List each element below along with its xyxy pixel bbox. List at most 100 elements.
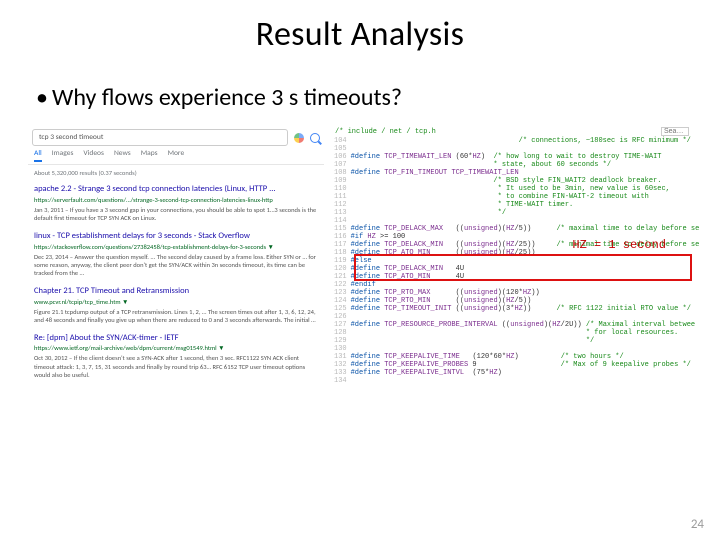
line-content: */ xyxy=(351,209,700,217)
line-content: */ xyxy=(351,337,700,345)
line-number: 113 xyxy=(332,209,351,217)
code-line: 132#define TCP_KEEPALIVE_PROBES 9 /* Max… xyxy=(332,361,699,369)
line-content: /* BSD style FIN_WAIT2 deadlock breaker. xyxy=(351,177,700,185)
google-results: apache 2.2 - Strange 3 second tcp connec… xyxy=(28,181,324,385)
tab-videos[interactable]: Videos xyxy=(83,149,104,162)
line-number: 114 xyxy=(332,217,351,225)
line-content xyxy=(351,345,700,353)
code-line: 121#define TCP_ATO_MIN 4U xyxy=(332,273,699,281)
google-result[interactable]: linux - TCP establishment delays for 3 s… xyxy=(28,228,324,283)
line-number: 130 xyxy=(332,345,351,353)
line-number: 117 xyxy=(332,241,351,249)
line-content: #define TCP_KEEPALIVE_PROBES 9 /* Max of… xyxy=(351,361,700,369)
code-line: 134 xyxy=(332,377,699,385)
line-number: 131 xyxy=(332,353,351,361)
line-number: 133 xyxy=(332,369,351,377)
line-number: 118 xyxy=(332,249,351,257)
result-title[interactable]: linux - TCP establishment delays for 3 s… xyxy=(34,231,318,242)
line-number: 110 xyxy=(332,185,351,193)
code-line: 115#define TCP_DELACK_MAX ((unsigned)(HZ… xyxy=(332,225,699,233)
line-number: 124 xyxy=(332,297,351,305)
code-line: 122#endif xyxy=(332,281,699,289)
line-content: * for local resources. xyxy=(351,329,700,337)
code-search xyxy=(661,127,689,136)
line-number: 115 xyxy=(332,225,351,233)
result-desc: Jan 3, 2011 – If you have a 3 second gap… xyxy=(34,206,318,222)
google-result[interactable]: Re: [dpm] About the SYN/ACK-timer - IETF… xyxy=(28,330,324,385)
code-line: 104 /* connections, ~180sec is RFC minim… xyxy=(332,137,699,145)
code-line: 107 * state, about 60 seconds */ xyxy=(332,161,699,169)
line-content: #define TCP_RTO_MAX ((unsigned)(120*HZ)) xyxy=(351,289,700,297)
tab-more[interactable]: More xyxy=(168,149,185,162)
line-content: #else xyxy=(351,257,700,265)
line-number: 128 xyxy=(332,329,351,337)
google-result[interactable]: apache 2.2 - Strange 3 second tcp connec… xyxy=(28,181,324,228)
line-content: #define TCP_KEEPALIVE_TIME (120*60*HZ) /… xyxy=(351,353,700,361)
result-url: https://serverfault.com/questions/…/stra… xyxy=(34,196,318,204)
line-number: 120 xyxy=(332,265,351,273)
code-line: 114 xyxy=(332,217,699,225)
line-number: 111 xyxy=(332,193,351,201)
result-title[interactable]: Chapter 21. TCP Timeout and Retransmissi… xyxy=(34,286,318,297)
line-content: #define TCP_KEEPALIVE_INTVL (75*HZ) xyxy=(351,369,700,377)
line-number: 107 xyxy=(332,161,351,169)
line-number: 112 xyxy=(332,201,351,209)
code-line: 119#else xyxy=(332,257,699,265)
mic-icon[interactable] xyxy=(294,133,304,143)
google-stats: About 5,320,000 results (0.37 seconds) xyxy=(28,165,324,181)
result-desc: Figure 21.1 tcpdump output of a TCP retr… xyxy=(34,308,318,324)
code-line: 123#define TCP_RTO_MAX ((unsigned)(120*H… xyxy=(332,289,699,297)
line-content: #endif xyxy=(351,281,700,289)
google-panel: tcp 3 second timeout All Images Videos N… xyxy=(28,126,324,385)
search-icon[interactable] xyxy=(310,133,320,143)
code-line: 113 */ xyxy=(332,209,699,217)
code-line: 126 xyxy=(332,313,699,321)
line-content: * It used to be 3min, new value is 60sec… xyxy=(351,185,700,193)
line-content xyxy=(351,145,700,153)
result-title[interactable]: Re: [dpm] About the SYN/ACK-timer - IETF xyxy=(34,333,318,344)
code-line: 112 * TIME-WAIT timer. xyxy=(332,201,699,209)
result-title[interactable]: apache 2.2 - Strange 3 second tcp connec… xyxy=(34,184,318,195)
line-number: 119 xyxy=(332,257,351,265)
line-content: #define TCP_TIMEWAIT_LEN (60*HZ) /* how … xyxy=(351,153,700,161)
tab-maps[interactable]: Maps xyxy=(141,149,158,162)
line-number: 108 xyxy=(332,169,351,177)
code-line: 106#define TCP_TIMEWAIT_LEN (60*HZ) /* h… xyxy=(332,153,699,161)
line-content: #define TCP_TIMEOUT_INIT ((unsigned)(3*H… xyxy=(351,305,700,313)
code-line: 110 * It used to be 3min, new value is 6… xyxy=(332,185,699,193)
code-line: 109 /* BSD style FIN_WAIT2 deadlock brea… xyxy=(332,177,699,185)
code-line: 131#define TCP_KEEPALIVE_TIME (120*60*HZ… xyxy=(332,353,699,361)
tab-all[interactable]: All xyxy=(34,149,42,162)
line-content: * TIME-WAIT timer. xyxy=(351,201,700,209)
hz-annotation: HZ = 1 second xyxy=(572,238,666,252)
line-content: #define TCP_RTO_MIN ((unsigned)(HZ/5)) xyxy=(351,297,700,305)
code-line: 105 xyxy=(332,145,699,153)
result-url: https://www.ietf.org/mail-archive/web/dp… xyxy=(34,344,318,352)
tab-news[interactable]: News xyxy=(114,149,131,162)
code-line: 129 */ xyxy=(332,337,699,345)
bullet-text: Why flows experience 3 s timeouts? xyxy=(52,83,402,112)
slide-title: Result Analysis xyxy=(28,14,692,55)
result-url: https://stackoverflow.com/questions/2738… xyxy=(34,243,318,251)
code-line: 125#define TCP_TIMEOUT_INIT ((unsigned)(… xyxy=(332,305,699,313)
line-content: * state, about 60 seconds */ xyxy=(351,161,700,169)
google-query[interactable]: tcp 3 second timeout xyxy=(32,129,288,146)
google-result[interactable]: Chapter 21. TCP Timeout and Retransmissi… xyxy=(28,283,324,330)
line-number: 121 xyxy=(332,273,351,281)
line-number: 104 xyxy=(332,137,351,145)
line-number: 106 xyxy=(332,153,351,161)
line-number: 122 xyxy=(332,281,351,289)
tab-images[interactable]: Images xyxy=(52,149,74,162)
google-tabs: All Images Videos News Maps More xyxy=(28,149,324,165)
line-content: /* connections, ~180sec is RFC minimum *… xyxy=(351,137,700,145)
slide: Result Analysis •Why flows experience 3 … xyxy=(0,0,720,540)
line-content: #define TCP_RESOURCE_PROBE_INTERVAL ((un… xyxy=(351,321,700,329)
line-number: 129 xyxy=(332,337,351,345)
code-line: 130 xyxy=(332,345,699,353)
line-number: 123 xyxy=(332,289,351,297)
line-number: 127 xyxy=(332,321,351,329)
code-search-input[interactable] xyxy=(661,127,689,136)
line-number: 126 xyxy=(332,313,351,321)
panels: tcp 3 second timeout All Images Videos N… xyxy=(28,126,692,385)
line-content: #define TCP_DELACK_MAX ((unsigned)(HZ/5)… xyxy=(351,225,700,233)
